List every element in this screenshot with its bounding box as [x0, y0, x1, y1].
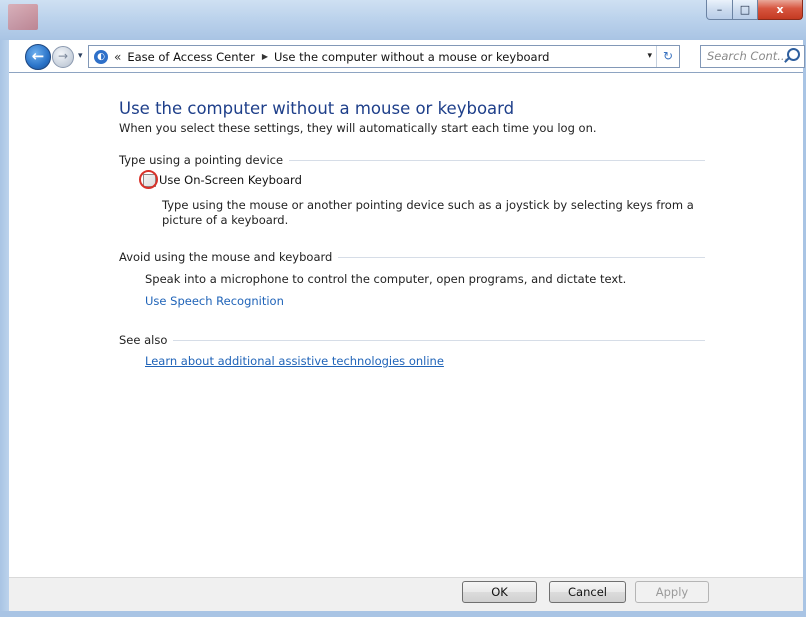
breadcrumb-current-page[interactable]: Use the computer without a mouse or keyb… [274, 50, 549, 64]
apply-button[interactable]: Apply [635, 581, 709, 603]
section-heading-label: Avoid using the mouse and keyboard [119, 250, 333, 264]
cancel-button[interactable]: Cancel [549, 581, 626, 603]
page-subtitle: When you select these settings, they wil… [119, 121, 597, 135]
section-heading-pointing-device: Type using a pointing device [119, 153, 705, 167]
breadcrumb-separator-icon[interactable]: ▶ [262, 52, 268, 61]
section-divider [173, 339, 705, 341]
on-screen-keyboard-checkbox[interactable] [139, 169, 158, 189]
window-frame-bottom [0, 611, 806, 617]
section-heading-see-also: See also [119, 333, 705, 347]
caption-buttons: – □ x [706, 0, 803, 20]
on-screen-keyboard-description: Type using the mouse or another pointing… [162, 198, 694, 227]
address-dropdown-icon[interactable]: ▾ [647, 51, 652, 61]
section-heading-avoid-mouse-keyboard: Avoid using the mouse and keyboard [119, 250, 705, 264]
search-placeholder: Search Cont... [707, 49, 789, 63]
back-button[interactable]: ← [25, 44, 51, 70]
search-box[interactable]: Search Cont... [700, 45, 805, 68]
recent-pages-dropdown[interactable]: ▾ [78, 51, 83, 61]
breadcrumb-ease-of-access-center[interactable]: Ease of Access Center [127, 50, 255, 64]
forward-button[interactable]: → [52, 46, 74, 68]
refresh-button[interactable]: ↻ [656, 46, 679, 67]
window: – □ x ← → ▾ ◐ « Ease of Access Center ▶ … [0, 0, 806, 617]
minimize-button[interactable]: – [706, 0, 733, 20]
control-panel-icon: ◐ [94, 49, 108, 64]
assistive-technologies-link[interactable]: Learn about additional assistive technol… [145, 354, 444, 368]
ok-button[interactable]: OK [462, 581, 537, 603]
speech-recognition-link[interactable]: Use Speech Recognition [145, 294, 284, 308]
page-title: Use the computer without a mouse or keyb… [119, 99, 515, 118]
content-area: Use the computer without a mouse or keyb… [9, 72, 803, 578]
address-bar[interactable]: ◐ « Ease of Access Center ▶ Use the comp… [88, 45, 680, 68]
on-screen-keyboard-option[interactable]: Use On-Screen Keyboard [139, 169, 302, 189]
highlight-circle [139, 169, 158, 189]
back-arrow-icon: ← [31, 47, 45, 65]
section-divider [338, 256, 705, 258]
speech-recognition-description: Speak into a microphone to control the c… [145, 272, 627, 286]
close-button[interactable]: x [758, 0, 803, 20]
section-heading-label: Type using a pointing device [119, 153, 284, 167]
on-screen-keyboard-label[interactable]: Use On-Screen Keyboard [159, 173, 302, 187]
forward-arrow-icon: → [57, 49, 69, 63]
section-heading-label: See also [119, 333, 168, 347]
title-bar: – □ x [0, 0, 806, 40]
breadcrumb-overflow[interactable]: « [114, 50, 121, 64]
maximize-button[interactable]: □ [733, 0, 758, 20]
navigation-bar: ← → ▾ ◐ « Ease of Access Center ▶ Use th… [0, 42, 806, 72]
section-divider [289, 159, 705, 161]
refresh-icon: ↻ [662, 49, 674, 63]
search-icon[interactable] [787, 48, 800, 61]
app-icon [8, 4, 38, 30]
window-frame-left [0, 40, 9, 617]
